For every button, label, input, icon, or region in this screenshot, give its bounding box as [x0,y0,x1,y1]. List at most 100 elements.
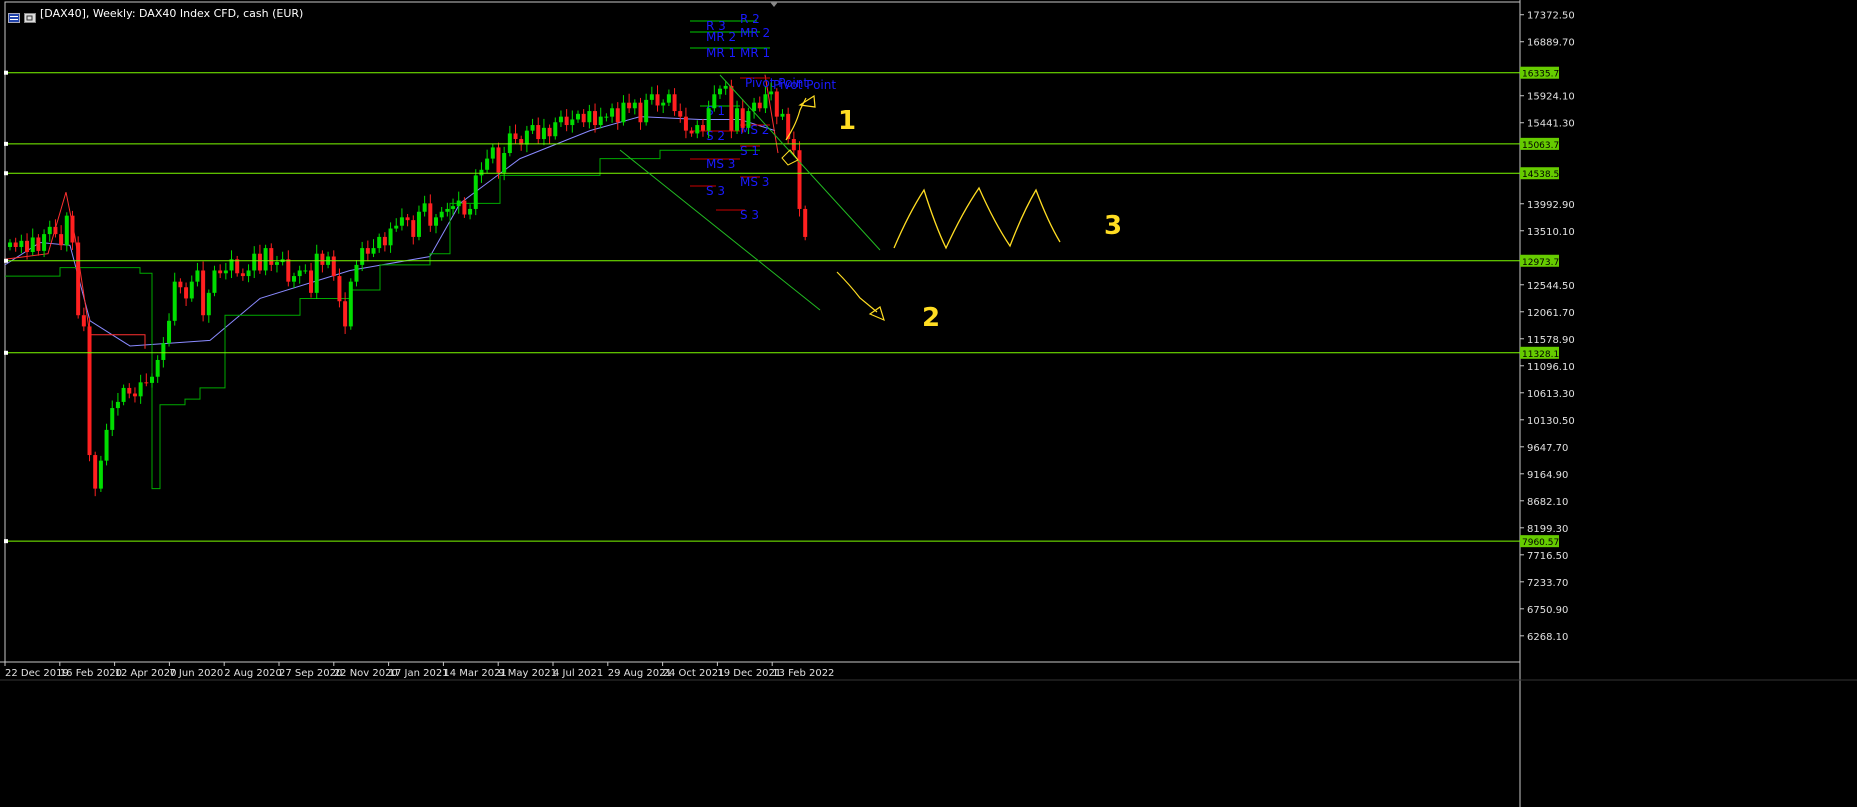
candle-body [479,169,484,176]
candle [286,250,291,287]
y-tick-label: 6268.10 [1527,632,1568,643]
candle-body [240,273,245,277]
level-handle[interactable] [4,70,8,75]
candle-body [172,281,177,321]
candle [127,383,132,399]
y-tick-label: 13992.90 [1527,200,1575,211]
candle [473,169,478,216]
candle [257,244,262,274]
y-tick: 12544.50 [1520,281,1575,292]
candle [309,262,314,298]
candle [570,110,575,133]
level-handle[interactable] [4,539,8,544]
y-tick: 10613.30 [1520,389,1575,400]
candle [752,97,757,119]
horizontal-level[interactable]: 11328.19 [4,346,1565,360]
candle [399,208,404,231]
candle [98,455,103,492]
candle [604,113,609,122]
candle-body [468,208,473,215]
x-tick: 16 Feb 2020 [59,662,122,679]
y-tick: 13510.10 [1520,227,1575,238]
candle-body [371,248,376,254]
candle [81,307,86,332]
level-handle[interactable] [4,141,8,146]
range-zigzag-drawing[interactable] [893,186,1061,250]
candle-body [115,401,120,409]
candle-body [150,376,154,383]
candle-body [752,102,757,112]
window-restore-icon[interactable] [24,8,36,23]
horizontal-level[interactable]: 14538.59 [4,167,1565,180]
candle [485,149,490,174]
y-tick: 11578.90 [1520,335,1575,346]
pivot-level: MR 2 [740,26,770,40]
y-tick-label: 15924.10 [1527,92,1575,103]
trendline-upper[interactable] [719,74,881,251]
candle [456,191,461,214]
candle [621,95,626,126]
candle [700,118,705,137]
pivot-level: MS 3 [740,175,769,189]
trendline-lower[interactable] [619,149,821,311]
candle-body [59,234,64,246]
candle [212,265,217,297]
candle [121,384,126,406]
candle [394,218,399,232]
candle-body [434,217,438,226]
level-handle[interactable] [4,258,8,263]
candle [740,99,745,133]
candle-body [184,287,189,299]
y-tick-label: 12061.70 [1527,308,1575,319]
candle-body [189,281,194,299]
candle-body [132,393,137,397]
arrow-down-drawing[interactable] [836,271,878,313]
candle [246,264,251,283]
candle [138,374,143,404]
candle-body [774,91,779,117]
level-handle[interactable] [4,171,8,176]
candle [42,229,47,258]
candle-body [167,320,172,344]
candle [689,127,694,137]
y-tick: 13992.90 [1520,200,1575,211]
candle [666,89,671,107]
candle [348,278,353,330]
candle-body [570,119,575,126]
candle-body [121,387,126,402]
y-tick-label: 9647.70 [1527,443,1568,454]
candle [655,85,660,112]
chart-window-icon [8,8,20,23]
candle-body [621,102,626,123]
y-tick-label: 7716.50 [1527,551,1568,562]
candle-body [19,240,24,247]
candle-body [581,113,586,123]
x-tick-label: 7 Jun 2020 [169,668,223,679]
candle-body [104,429,109,461]
pivot-label: S 3 [706,184,725,198]
title-bar: [DAX40], Weekly: DAX40 Index CFD, cash (… [8,4,303,23]
candle-body [627,102,632,109]
candle-body [564,116,569,126]
candle [167,313,172,347]
price-chart[interactable]: R 3R 2MR 2 MR 2MR 1 MR 1Pivot PointPivot P… [0,0,1857,807]
level-handle[interactable] [4,350,8,355]
pivot-level: S 3 [716,208,759,222]
candle [150,373,154,388]
candle [587,104,592,129]
candle-body [388,228,393,246]
candle-body [399,217,404,226]
pivot-levels: R 3R 2MR 2 MR 2MR 1 MR 1Pivot PointPivot P… [690,12,836,222]
candle-body [791,139,796,151]
horizontal-level[interactable]: 7960.57 [4,535,1559,548]
horizontal-level[interactable]: 15063.79 [4,137,1565,151]
candle-body [496,147,501,173]
candle-body [331,256,336,277]
candle [644,93,649,126]
candle [59,225,64,251]
candle [632,99,637,115]
y-tick-label: 11096.10 [1527,362,1575,373]
pivot-label: Pivot Point [773,78,836,92]
x-tick-label: 9 May 2021 [498,668,557,679]
candle [530,118,535,134]
